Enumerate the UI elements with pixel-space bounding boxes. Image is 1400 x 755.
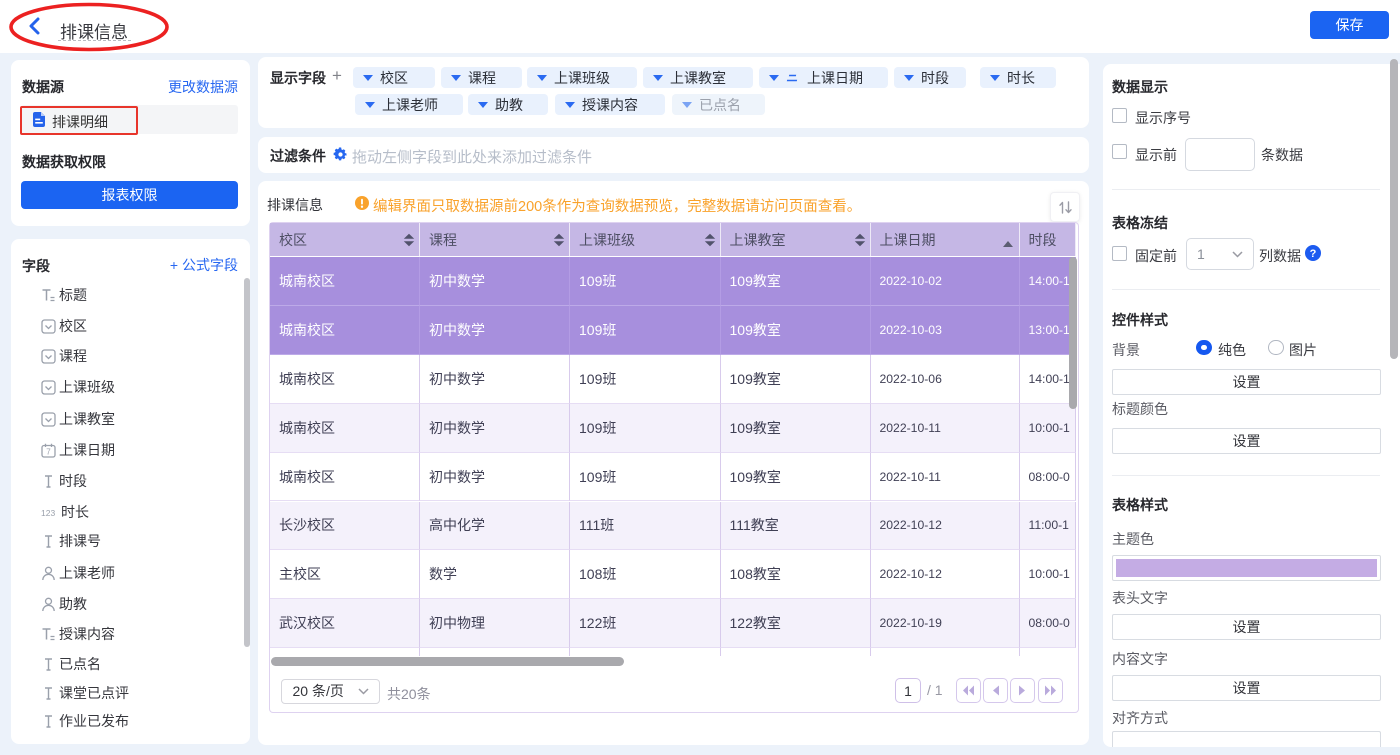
svg-text:7: 7	[46, 447, 51, 456]
svg-text:?: ?	[1310, 248, 1317, 260]
svg-text:123: 123	[41, 508, 55, 518]
